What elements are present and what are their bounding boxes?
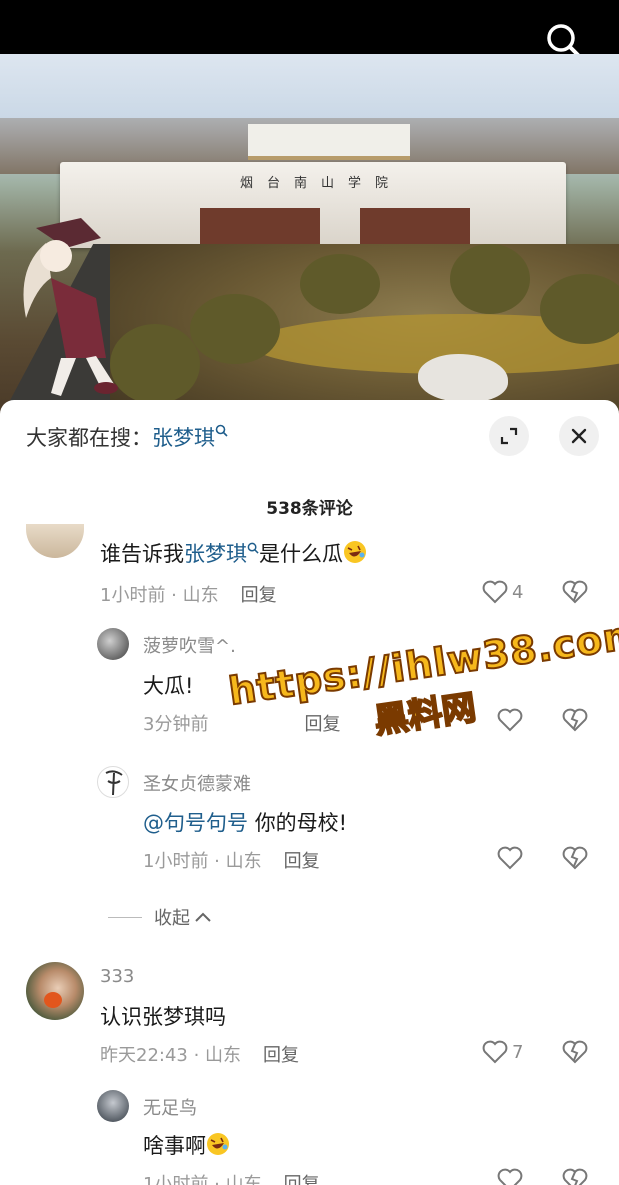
gate-sign: 烟台南山学院: [240, 176, 403, 191]
top-bar: [0, 0, 619, 59]
hot-search-keyword[interactable]: 张梦琪: [152, 426, 215, 450]
comment-time: 昨天22:43: [100, 1045, 188, 1066]
dislike-button[interactable]: [562, 1040, 588, 1068]
tree: [300, 254, 380, 314]
broken-heart-icon: [562, 1040, 588, 1064]
comment-text: 认识张梦琪吗: [100, 1005, 226, 1029]
reply-button[interactable]: 回复: [284, 851, 320, 872]
comment-location: 山东: [182, 585, 219, 606]
comment-meta: 1小时前 · 山东 回复: [100, 585, 277, 606]
dislike-button[interactable]: [562, 708, 588, 736]
divider: [108, 916, 142, 918]
hot-search-bar[interactable]: 大家都在搜：张梦琪: [26, 422, 228, 452]
comment-meta: 3分钟前 回复: [143, 710, 340, 736]
broken-heart-icon: [562, 1168, 588, 1185]
like-button[interactable]: [497, 846, 523, 870]
reply-button[interactable]: 回复: [304, 714, 340, 735]
comment-time: 1小时前: [143, 851, 209, 872]
like-count: 4: [512, 581, 524, 603]
heart-icon: [497, 1168, 523, 1185]
expand-icon: [500, 427, 518, 445]
comment-panel: 大家都在搜：张梦琪 538条评论 谁告诉我张梦琪 是什么瓜 1小时前 · 山东 回复…: [0, 400, 619, 1185]
comment-keyword-link[interactable]: 张梦琪: [184, 542, 247, 566]
comment-meta: 1小时前 · 山东 回复: [143, 1170, 320, 1185]
tree: [190, 294, 280, 364]
mention-link[interactable]: @句号句号: [143, 811, 248, 835]
hot-search-prefix: 大家都在搜：: [26, 426, 152, 450]
heart-icon: [497, 708, 523, 732]
like-button[interactable]: 7: [482, 1040, 523, 1064]
broken-heart-icon: [562, 846, 588, 870]
broken-heart-icon: [562, 708, 588, 732]
search-small-icon: [247, 542, 259, 554]
broken-heart-icon: [562, 580, 588, 604]
chevron-up-icon: [195, 912, 211, 922]
like-button[interactable]: [497, 708, 523, 732]
comment-meta: 昨天22:43 · 山东 回复: [100, 1045, 300, 1066]
heart-icon: [497, 846, 523, 870]
comment-text: 谁告诉我张梦琪 是什么瓜: [100, 538, 367, 568]
rolling-laughing-emoji: [344, 541, 366, 563]
comment-username[interactable]: 菠萝吹雪^.: [143, 632, 236, 658]
comment-time: 3分钟前: [143, 714, 209, 735]
tree: [450, 244, 530, 314]
comment-time: 1小时前: [143, 1174, 209, 1185]
collapse-replies-button[interactable]: 收起: [108, 904, 212, 930]
comment-location: 山东: [225, 1174, 262, 1185]
close-button[interactable]: [559, 416, 599, 456]
rolling-laughing-emoji: [207, 1133, 229, 1155]
video-frame[interactable]: 烟台南山学院: [0, 54, 619, 414]
dislike-button[interactable]: [562, 1168, 588, 1185]
comment-username[interactable]: 无足鸟: [143, 1094, 197, 1120]
search-small-icon: [215, 424, 228, 437]
avatar[interactable]: [97, 628, 129, 660]
comment-location: 山东: [205, 1045, 242, 1066]
heart-icon: [482, 1040, 508, 1064]
like-button[interactable]: 4: [482, 580, 523, 604]
comment-time: 1小时前: [100, 585, 166, 606]
dislike-button[interactable]: [562, 846, 588, 874]
comment-username[interactable]: 圣女贞德蒙难: [143, 770, 251, 796]
avatar[interactable]: [97, 766, 129, 798]
dislike-button[interactable]: [562, 580, 588, 608]
reply-button[interactable]: 回复: [263, 1045, 299, 1066]
expand-button[interactable]: [489, 416, 529, 456]
comment-text: @句号句号 你的母校!: [143, 811, 348, 835]
comment-meta: 1小时前 · 山东 回复: [143, 851, 320, 872]
avatar[interactable]: [26, 962, 84, 1020]
campus-building: [248, 124, 410, 160]
like-button[interactable]: [497, 1168, 523, 1185]
comment-username[interactable]: 333: [100, 966, 134, 987]
collapse-label: 收起: [154, 908, 190, 929]
heart-icon: [482, 580, 508, 604]
comment-count: 538条评论: [266, 499, 353, 519]
close-icon: [571, 428, 587, 444]
reply-button[interactable]: 回复: [241, 585, 277, 606]
comment-text: 啥事啊: [143, 1130, 230, 1160]
like-count: 7: [512, 1041, 524, 1063]
avatar[interactable]: [26, 524, 84, 558]
avatar[interactable]: [97, 1090, 129, 1122]
comment-location: 山东: [225, 851, 262, 872]
anime-girl-sticker: [23, 218, 118, 396]
comment-text: 大瓜!: [143, 674, 194, 698]
reply-button[interactable]: 回复: [284, 1174, 320, 1185]
